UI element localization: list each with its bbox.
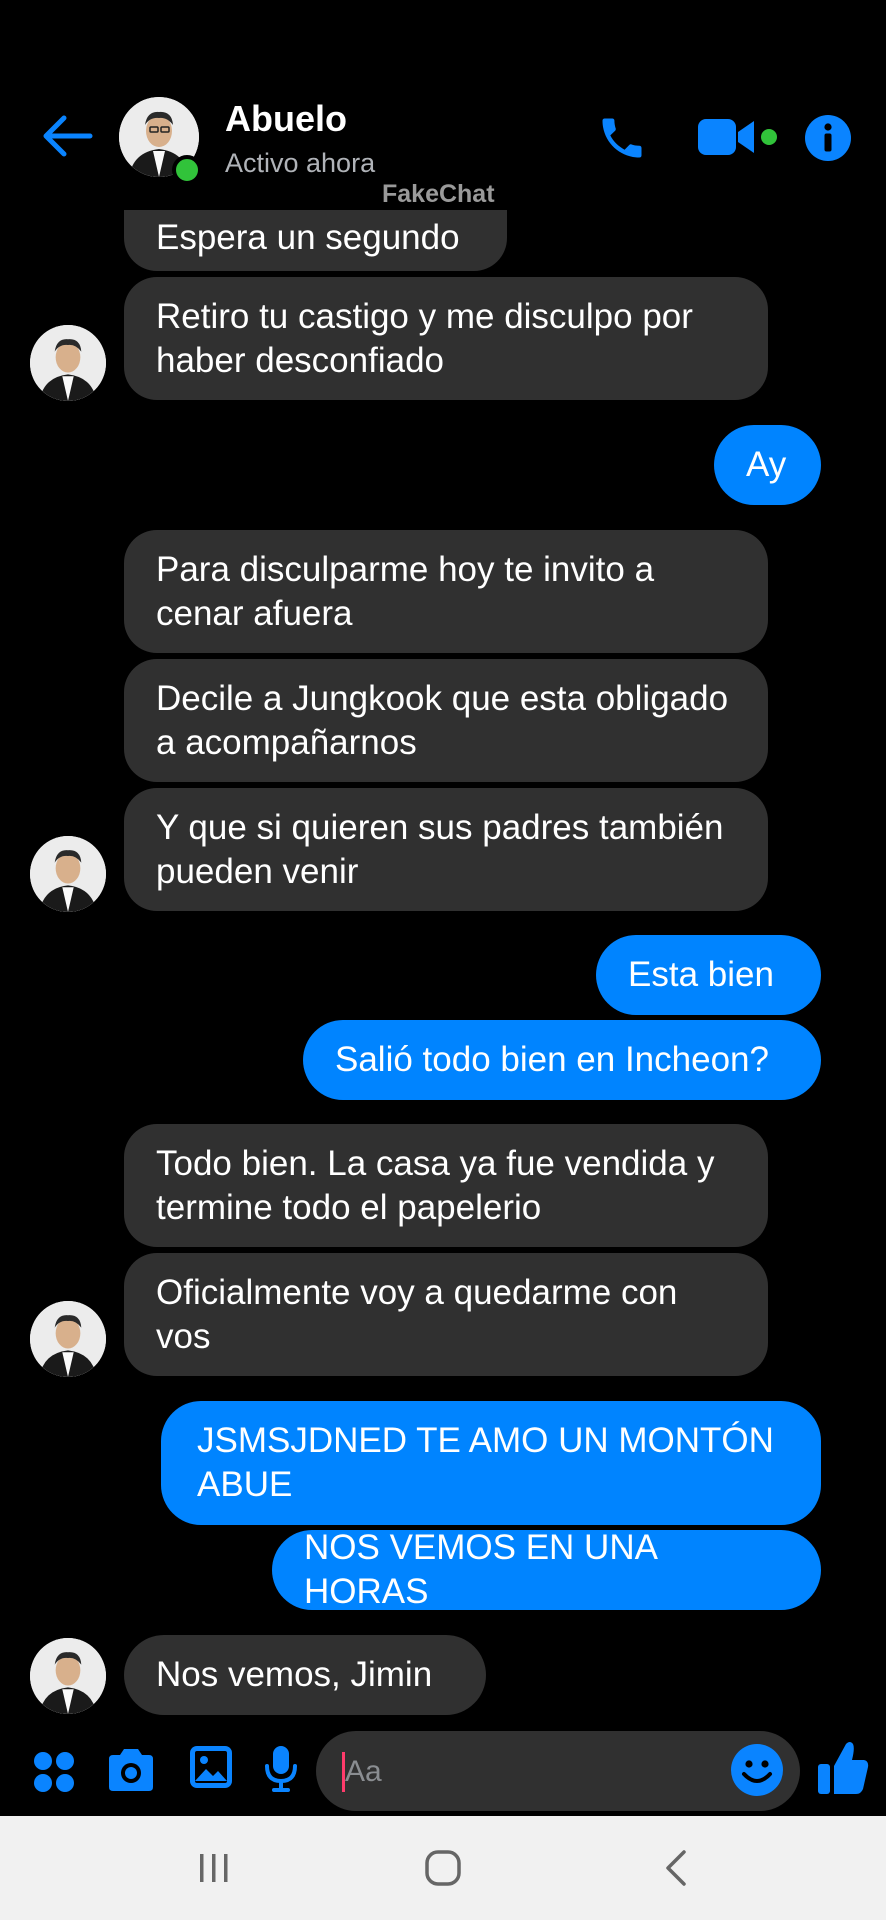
watermark-text: FakeChat	[382, 180, 495, 208]
chat-header: Abuelo Activo ahora FakeChat	[0, 0, 886, 210]
incoming-message[interactable]: Para disculparme hoy te invito a cenar a…	[124, 530, 768, 653]
info-icon[interactable]	[804, 114, 852, 162]
outgoing-message[interactable]: Salió todo bien en Incheon?	[303, 1020, 821, 1100]
contact-status: Activo ahora	[225, 148, 376, 178]
message-list: Espera un segundo Retiro tu castigo y me…	[0, 0, 886, 1730]
back-icon[interactable]	[662, 1848, 690, 1888]
phone-icon[interactable]	[596, 112, 648, 164]
online-indicator	[172, 155, 202, 185]
message-input-placeholder: Aa	[345, 1755, 382, 1788]
recent-apps-icon[interactable]	[196, 1850, 232, 1886]
video-camera-icon[interactable]	[696, 116, 782, 158]
back-arrow-icon[interactable]	[40, 112, 94, 160]
contact-avatar-small	[30, 1301, 106, 1377]
incoming-message[interactable]: Y que si quieren sus padres también pued…	[124, 788, 768, 911]
contact-avatar-small	[30, 325, 106, 401]
outgoing-message[interactable]: JSMSJDNED TE AMO UN MONTÓN ABUE	[161, 1401, 821, 1525]
gallery-icon[interactable]	[188, 1744, 234, 1790]
incoming-message[interactable]: Retiro tu castigo y me disculpo por habe…	[124, 277, 768, 400]
outgoing-message[interactable]: Esta bien	[596, 935, 821, 1015]
incoming-message[interactable]: Espera un segundo	[124, 205, 507, 271]
outgoing-message[interactable]: Ay	[714, 425, 821, 505]
contact-name[interactable]: Abuelo	[225, 98, 347, 140]
incoming-message[interactable]: Nos vemos, Jimin	[124, 1635, 486, 1715]
camera-icon[interactable]	[105, 1747, 157, 1793]
outgoing-message[interactable]: NOS VEMOS EN UNA HORAS	[272, 1528, 821, 1611]
contact-avatar-small	[30, 836, 106, 912]
microphone-icon[interactable]	[263, 1744, 299, 1794]
incoming-message[interactable]: Oficialmente voy a quedarme con vos	[124, 1253, 768, 1376]
apps-icon[interactable]	[32, 1750, 76, 1794]
incoming-message[interactable]: Decile a Jungkook que esta obligado a ac…	[124, 659, 768, 782]
emoji-icon[interactable]	[730, 1743, 784, 1797]
system-nav-bar	[0, 1816, 886, 1920]
contact-avatar-small	[30, 1638, 106, 1714]
thumbs-up-icon[interactable]	[816, 1740, 870, 1796]
incoming-message[interactable]: Todo bien. La casa ya fue vendida y term…	[124, 1124, 768, 1247]
home-icon[interactable]	[423, 1848, 463, 1888]
message-input[interactable]	[316, 1731, 800, 1811]
